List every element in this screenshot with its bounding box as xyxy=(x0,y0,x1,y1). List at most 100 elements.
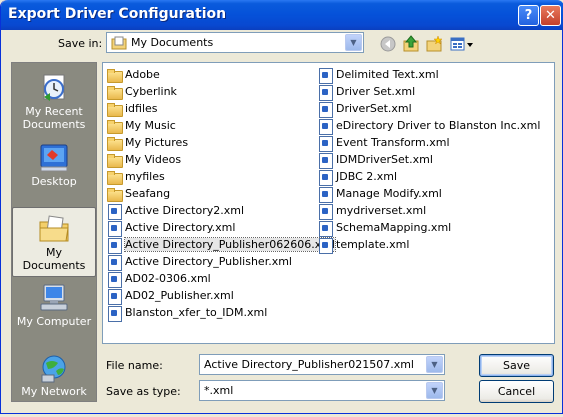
folder-icon xyxy=(106,102,123,117)
xml-file-icon xyxy=(317,152,333,169)
file-item[interactable]: DriverSet.xml xyxy=(317,100,412,118)
folder-item[interactable]: Adobe xyxy=(106,66,160,83)
xml-file-icon xyxy=(317,84,333,101)
file-name-input[interactable]: Active Directory_Publisher021507.xml ▼ xyxy=(199,354,445,375)
item-label: My Pictures xyxy=(125,136,189,149)
window-title: Export Driver Configuration xyxy=(8,6,227,22)
item-label: My Music xyxy=(125,119,176,132)
place-label: Desktop xyxy=(31,175,77,188)
file-name-label: File name: xyxy=(106,359,163,372)
folder-icon xyxy=(106,187,123,202)
folder-item[interactable]: My Videos xyxy=(106,151,181,168)
item-label: idfiles xyxy=(125,102,158,115)
item-label: Manage Modify.xml xyxy=(336,187,442,200)
xml-file-icon xyxy=(317,237,333,254)
views-menu-icon[interactable] xyxy=(450,35,474,53)
item-label: Active Directory_Publisher062606.xml xyxy=(124,237,336,252)
item-label: myfiles xyxy=(125,170,165,183)
item-label: Event Transform.xml xyxy=(336,136,450,149)
file-item[interactable]: mydriverset.xml xyxy=(317,202,427,220)
xml-file-icon xyxy=(317,169,333,186)
file-item[interactable]: Delimited Text.xml xyxy=(317,66,439,84)
file-item[interactable]: eDirectory Driver to Blanston Inc.xml xyxy=(317,117,541,135)
xml-file-icon xyxy=(106,288,122,305)
file-item[interactable]: Active Directory_Publisher062606.xml xyxy=(106,236,336,254)
folder-item[interactable]: My Music xyxy=(106,117,176,134)
file-item[interactable]: Event Transform.xml xyxy=(317,134,450,152)
xml-file-icon xyxy=(106,237,122,254)
item-label: Adobe xyxy=(125,68,160,81)
file-item[interactable]: IDMDriverSet.xml xyxy=(317,151,433,169)
item-label: Driver Set.xml xyxy=(336,85,416,98)
item-label: mydriverset.xml xyxy=(336,204,427,217)
item-label: Cyberlink xyxy=(125,85,177,98)
folder-item[interactable]: myfiles xyxy=(106,168,165,185)
place-label: My Computer xyxy=(16,315,92,328)
folder-item[interactable]: idfiles xyxy=(106,100,158,117)
chevron-down-icon[interactable]: ▼ xyxy=(426,356,443,373)
file-item[interactable]: Manage Modify.xml xyxy=(317,185,442,203)
item-label: DriverSet.xml xyxy=(336,102,412,115)
save-as-type-dropdown[interactable]: *.xml ▼ xyxy=(199,380,445,401)
recent-documents-icon xyxy=(38,73,70,103)
close-button[interactable]: ✕ xyxy=(540,5,561,26)
item-label: My Videos xyxy=(125,153,182,166)
place-my-computer[interactable]: My Computer xyxy=(12,277,96,347)
folder-item[interactable]: My Pictures xyxy=(106,134,188,151)
file-item[interactable]: Active Directory_Publisher.xml xyxy=(106,253,292,271)
file-item[interactable]: Blanston_xfer_to_IDM.xml xyxy=(106,304,268,322)
item-label: eDirectory Driver to Blanston Inc.xml xyxy=(336,119,541,132)
file-item[interactable]: SchemaMapping.xml xyxy=(317,219,451,237)
my-computer-icon xyxy=(38,283,70,313)
xml-file-icon xyxy=(317,220,333,237)
folder-icon xyxy=(111,36,127,50)
chevron-down-icon[interactable]: ▼ xyxy=(426,382,443,399)
item-label: AD02_Publisher.xml xyxy=(125,289,234,302)
place-desktop[interactable]: Desktop xyxy=(12,137,96,207)
xml-file-icon xyxy=(317,67,333,84)
place-my-documents[interactable]: My Documents xyxy=(12,207,96,277)
save-as-type-value: *.xml xyxy=(204,384,234,397)
save-in-label: Save in: xyxy=(58,37,103,50)
new-folder-icon[interactable] xyxy=(425,35,443,53)
folder-icon xyxy=(106,153,123,168)
save-button[interactable]: Save xyxy=(479,354,554,377)
xml-file-icon xyxy=(106,254,122,271)
chevron-down-icon[interactable]: ▼ xyxy=(345,34,362,51)
my-network-icon xyxy=(38,353,70,383)
xml-file-icon xyxy=(317,135,333,152)
folder-item[interactable]: Cyberlink xyxy=(106,83,177,100)
title-bar[interactable]: Export Driver Configuration ? ✕ xyxy=(1,0,563,30)
item-label: Blanston_xfer_to_IDM.xml xyxy=(125,306,268,319)
up-folder-icon[interactable] xyxy=(402,35,420,53)
file-item[interactable]: Driver Set.xml xyxy=(317,83,416,101)
cancel-button[interactable]: Cancel xyxy=(479,380,554,403)
place-label: My Network xyxy=(21,385,87,398)
item-label: IDMDriverSet.xml xyxy=(336,153,433,166)
folder-icon xyxy=(106,119,123,134)
xml-file-icon xyxy=(317,118,333,135)
my-documents-icon xyxy=(38,214,70,244)
item-label: Active Directory2.xml xyxy=(125,204,244,217)
file-list[interactable]: Adobe Cyberlink idfiles My Music My Pictures… xyxy=(102,62,555,344)
xml-file-icon xyxy=(106,220,122,237)
folder-icon xyxy=(106,68,123,83)
help-button[interactable]: ? xyxy=(518,5,539,26)
save-in-value: My Documents xyxy=(131,36,214,49)
save-as-type-label: Save as type: xyxy=(106,385,181,398)
save-in-dropdown[interactable]: My Documents ▼ xyxy=(106,32,364,53)
folder-icon xyxy=(106,85,123,100)
item-label: Delimited Text.xml xyxy=(336,68,439,81)
file-item[interactable]: template.xml xyxy=(317,236,409,254)
file-item[interactable]: AD02_Publisher.xml xyxy=(106,287,234,305)
place-my-recent-documents[interactable]: My Recent Documents xyxy=(12,67,96,137)
xml-file-icon xyxy=(106,305,122,322)
file-item[interactable]: Active Directory.xml xyxy=(106,219,235,237)
xml-file-icon xyxy=(106,203,122,220)
file-item[interactable]: JDBC 2.xml xyxy=(317,168,397,186)
folder-item[interactable]: Seafang xyxy=(106,185,170,202)
place-my-network[interactable]: My Network xyxy=(12,347,96,417)
back-icon[interactable] xyxy=(379,35,397,53)
file-item[interactable]: AD02-0306.xml xyxy=(106,270,211,288)
file-item[interactable]: Active Directory2.xml xyxy=(106,202,244,220)
